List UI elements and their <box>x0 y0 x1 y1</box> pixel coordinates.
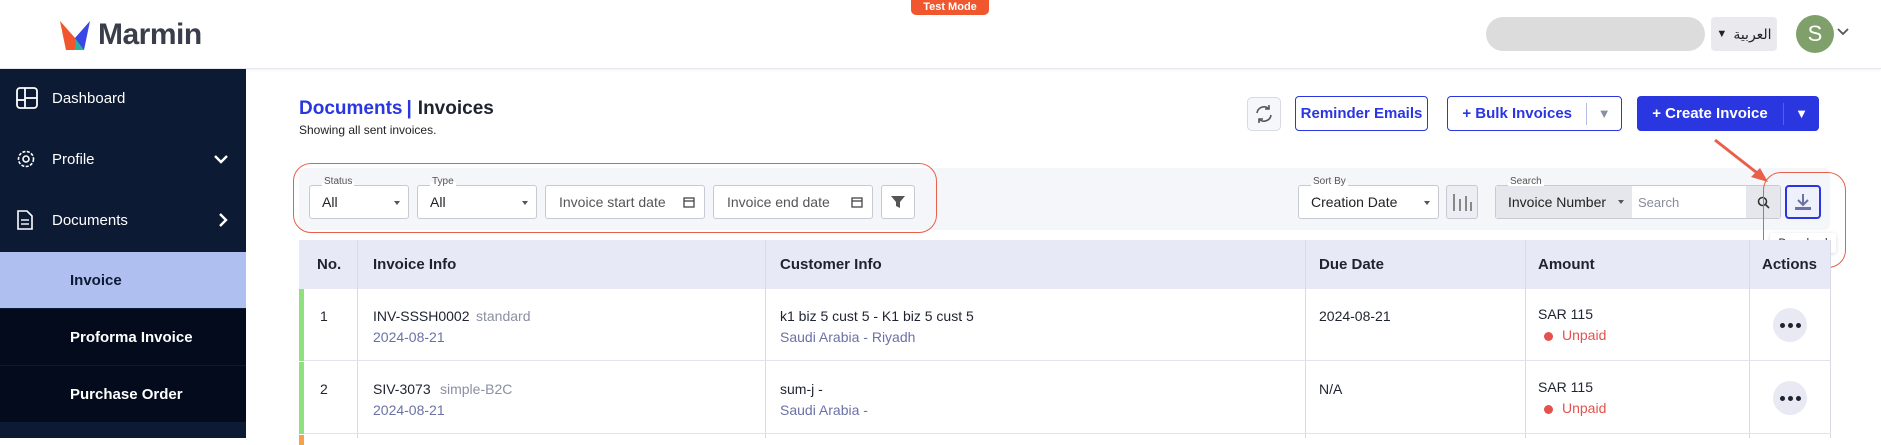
bulk-invoices-label: + Bulk Invoices <box>1462 105 1573 122</box>
reminder-emails-button[interactable]: Reminder Emails <box>1295 96 1428 131</box>
sidebar-item-label: Documents <box>52 211 128 229</box>
document-icon <box>17 210 33 230</box>
search-field-select[interactable]: Invoice Number <box>1496 186 1632 218</box>
due-date: 2024-08-21 <box>1319 308 1391 324</box>
amount: SAR 115 <box>1538 306 1593 322</box>
page-heading: Invoices <box>417 98 494 119</box>
language-label: العربية <box>1733 25 1772 42</box>
status-text: Unpaid <box>1562 400 1607 416</box>
search-input[interactable] <box>1636 186 1746 218</box>
invoice-date: 2024-08-21 <box>373 329 445 345</box>
sidebar-item-label: Dashboard <box>52 89 126 107</box>
column-header: Customer Info <box>780 256 882 273</box>
create-invoice-button[interactable]: + Create Invoice ▼ <box>1637 96 1819 131</box>
column-header: Invoice Info <box>373 256 457 273</box>
sort-by-select[interactable]: Sort By Creation Date <box>1298 176 1439 219</box>
bulk-invoices-button[interactable]: + Bulk Invoices ▼ <box>1447 96 1622 131</box>
language-selector[interactable]: ▼ العربية <box>1711 17 1777 51</box>
invoice-number[interactable]: INV-SSSH0002 <box>373 308 470 324</box>
customer-name: k1 biz 5 cust 5 - K1 biz 5 cust 5 <box>780 308 974 324</box>
annotation-highlight-filters <box>293 163 937 233</box>
dot <box>1787 322 1793 328</box>
caret-down-icon[interactable]: ▼ <box>1587 106 1621 121</box>
caret-down-icon <box>1618 200 1624 204</box>
refresh-icon <box>1256 105 1272 123</box>
column-header: No. <box>317 256 342 273</box>
page-title: Documents | Invoices <box>299 98 494 120</box>
column-header: Due Date <box>1319 256 1385 273</box>
chevron-down-icon <box>214 155 228 164</box>
dot <box>1795 395 1801 401</box>
sidebar-item-documents[interactable]: Documents <box>0 191 246 249</box>
row-actions-button[interactable] <box>1773 381 1807 415</box>
logo[interactable]: Marmin <box>58 18 202 52</box>
sidebar-item-label: Profile <box>52 150 95 168</box>
avatar[interactable]: S <box>1796 15 1834 53</box>
chevron-down-icon[interactable] <box>1837 27 1849 37</box>
row-status-indicator <box>299 435 304 445</box>
row-status-indicator <box>299 289 304 361</box>
sidebar-subitem-proforma-invoice[interactable]: Proforma Invoice <box>0 309 246 365</box>
refresh-button[interactable] <box>1247 97 1281 131</box>
sort-order-icon <box>1453 194 1472 211</box>
dot <box>1795 322 1801 328</box>
create-invoice-label: + Create Invoice <box>1652 105 1768 122</box>
dot <box>1779 322 1785 328</box>
caret-down-icon: ▼ <box>1716 28 1728 40</box>
customer-location: Saudi Arabia - Riyadh <box>780 329 916 345</box>
customer-location: Saudi Arabia - <box>780 402 868 418</box>
caret-down-icon[interactable]: ▼ <box>1784 106 1819 121</box>
status-dot <box>1544 404 1553 414</box>
customer-name: sum-j - <box>780 381 823 397</box>
gear-icon <box>17 150 35 168</box>
sort-by-label: Sort By <box>1311 176 1348 187</box>
annotation-arrow-icon <box>1714 138 1768 182</box>
due-date: N/A <box>1319 381 1343 397</box>
column-header: Amount <box>1538 256 1595 273</box>
row-number: 1 <box>320 308 328 324</box>
logo-text: Marmin <box>98 18 202 51</box>
dashboard-icon <box>16 87 38 109</box>
search-group: Search Invoice Number <box>1495 176 1781 219</box>
dot <box>1779 395 1785 401</box>
dot <box>1787 395 1793 401</box>
marmin-logo-icon <box>60 21 90 50</box>
invoice-type: simple-B2C <box>440 381 513 397</box>
row-number: 2 <box>320 381 328 397</box>
test-mode-badge: Test Mode <box>911 0 989 15</box>
status-text: Unpaid <box>1562 327 1607 343</box>
sidebar-item-dashboard[interactable]: Dashboard <box>0 69 246 127</box>
invoice-date: 2024-08-21 <box>373 402 445 418</box>
chevron-right-icon <box>219 213 228 227</box>
sort-by-value: Creation Date <box>1311 194 1398 210</box>
sort-order-button[interactable] <box>1446 185 1478 219</box>
status-badge: Unpaid <box>1544 400 1606 416</box>
page-subtitle: Showing all sent invoices. <box>299 123 437 137</box>
invoice-type: standard <box>476 308 531 324</box>
row-status-indicator <box>299 362 304 434</box>
top-bar: Marmin Test Mode ▼ العربية S <box>0 0 1881 69</box>
column-header: Actions <box>1762 256 1818 273</box>
table-header: No. Invoice Info Customer Info Due Date … <box>299 240 1831 289</box>
global-search-bar[interactable] <box>1486 17 1705 51</box>
amount: SAR 115 <box>1538 379 1593 395</box>
invoice-number[interactable]: SIV-3073 <box>373 381 431 397</box>
sidebar-subitem-invoice[interactable]: Invoice <box>0 252 246 308</box>
status-dot <box>1544 331 1553 341</box>
table-row[interactable] <box>299 435 1831 445</box>
table-row[interactable]: 2 SIV-3073 simple-B2C 2024-08-21 sum-j -… <box>299 362 1831 434</box>
status-badge: Unpaid <box>1544 327 1606 343</box>
breadcrumb-separator: | <box>406 98 412 119</box>
row-actions-button[interactable] <box>1773 308 1807 342</box>
table-row[interactable]: 1 INV-SSSH0002 standard 2024-08-21 k1 bi… <box>299 289 1831 361</box>
sidebar-item-profile[interactable]: Profile <box>0 130 246 188</box>
search-field-value: Invoice Number <box>1508 194 1607 210</box>
caret-down-icon <box>1424 201 1430 205</box>
sidebar-subitem-purchase-order[interactable]: Purchase Order <box>0 366 246 422</box>
breadcrumb[interactable]: Documents <box>299 98 402 119</box>
sidebar: Dashboard Profile Documents Invoice Prof… <box>0 69 246 438</box>
